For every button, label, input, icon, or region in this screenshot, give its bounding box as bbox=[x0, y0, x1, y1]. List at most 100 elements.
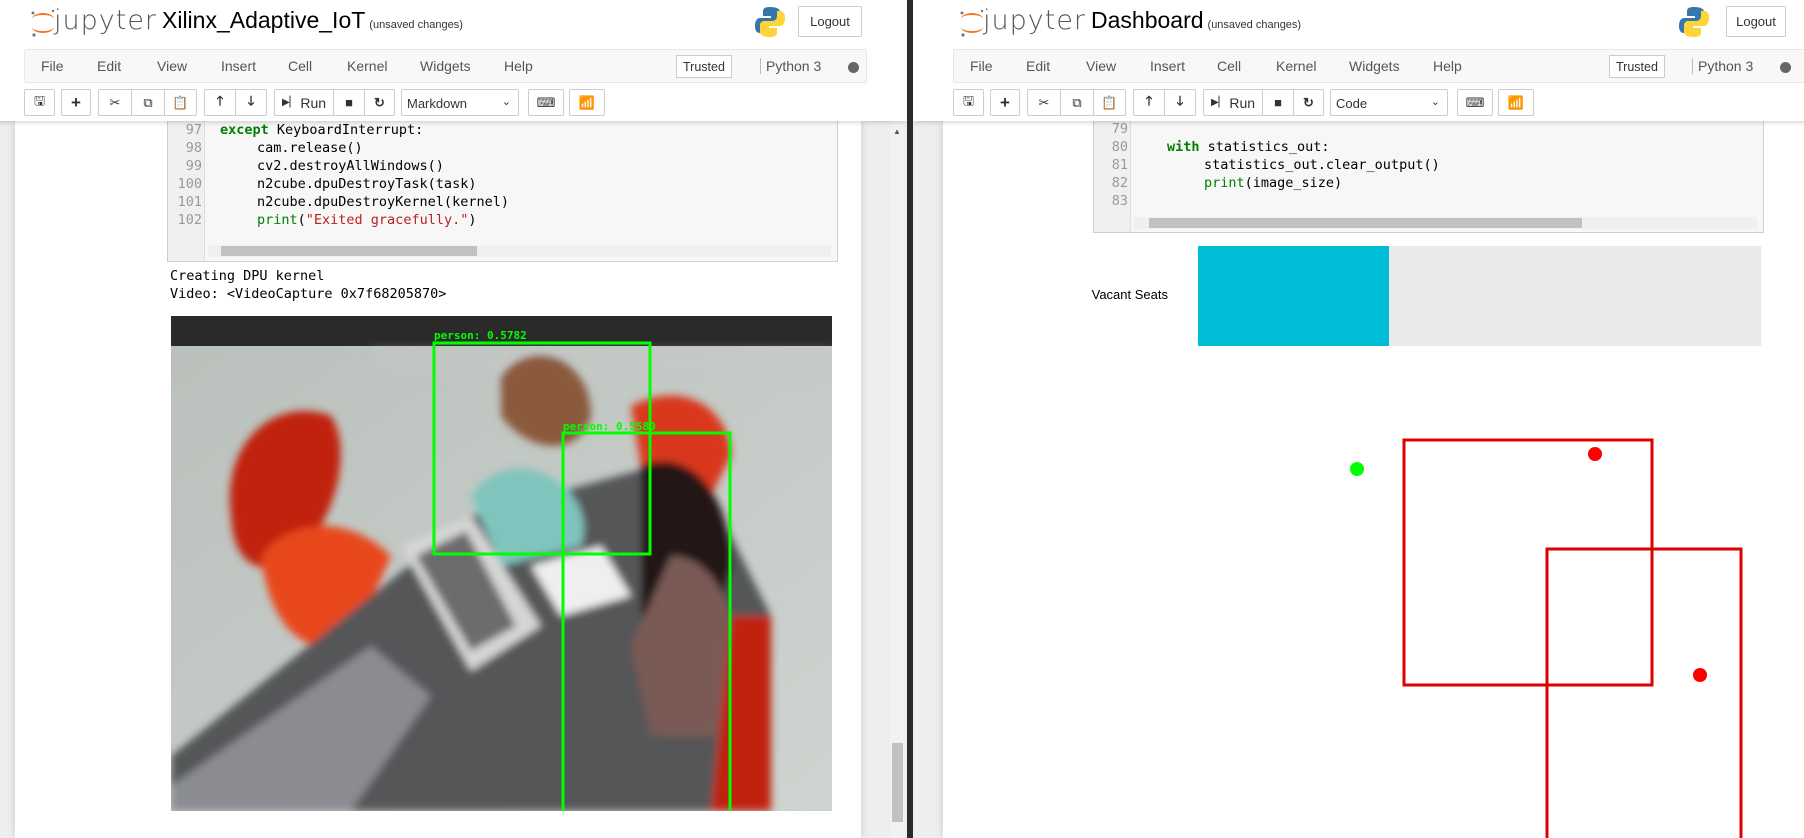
menu-cell[interactable]: Cell bbox=[1217, 58, 1241, 74]
restart-icon[interactable]: ↻ bbox=[1294, 90, 1323, 115]
menu-bar: File Edit View Insert Cell Kernel Widget… bbox=[24, 49, 867, 83]
notebook-header: jupyter Xilinx_Adaptive_IoT (unsaved chan… bbox=[0, 0, 907, 121]
code-line: n2cube.dpuDestroyTask(task) bbox=[257, 176, 477, 192]
restart-icon[interactable]: ↻ bbox=[365, 90, 394, 115]
jupyter-logo-icon[interactable] bbox=[958, 8, 986, 38]
kernel-idle-indicator-icon bbox=[1780, 62, 1791, 73]
string-literal: "Exited gracefully." bbox=[305, 212, 469, 228]
run-label: Run bbox=[300, 94, 327, 111]
code-line: n2cube.dpuDestroyKernel(kernel) bbox=[257, 194, 509, 210]
line-number: 99 bbox=[185, 158, 202, 174]
arrow-up-icon[interactable]: 🡑 bbox=[1134, 90, 1165, 115]
menu-view[interactable]: View bbox=[1086, 58, 1116, 74]
horizontal-scrollbar[interactable] bbox=[208, 245, 831, 257]
toolbar-group-chart: 📶 bbox=[569, 89, 605, 116]
keyboard-icon[interactable]: ⌨ bbox=[1458, 90, 1492, 115]
notebook-title[interactable]: Xilinx_Adaptive_IoT (unsaved changes) bbox=[162, 7, 463, 34]
right-notebook-window: jupyter Dashboard (unsaved changes) Logou… bbox=[913, 0, 1804, 838]
detection-label: person: 0.5580 bbox=[563, 420, 656, 433]
python-logo-icon bbox=[755, 7, 785, 37]
line-number: 98 bbox=[185, 140, 202, 156]
stop-icon[interactable]: ■ bbox=[1263, 90, 1294, 115]
notebook-name[interactable]: Xilinx_Adaptive_IoT bbox=[162, 7, 365, 33]
arrow-down-icon[interactable]: 🡓 bbox=[1165, 90, 1195, 115]
menu-kernel[interactable]: Kernel bbox=[1276, 58, 1316, 74]
menu-help[interactable]: Help bbox=[1433, 58, 1462, 74]
vacant-seat-marker bbox=[1350, 462, 1364, 476]
toolbar-group-insert: + bbox=[990, 89, 1020, 116]
kernel-name[interactable]: Python 3 bbox=[760, 58, 821, 74]
cell-type-value: Markdown bbox=[407, 96, 467, 111]
code-line: except KeyboardInterrupt: bbox=[220, 122, 423, 138]
code-line: cv2.destroyAllWindows() bbox=[257, 158, 444, 174]
scroll-up-arrow-icon[interactable]: ▲ bbox=[893, 127, 901, 136]
line-number: 100 bbox=[177, 176, 202, 192]
save-icon[interactable]: 🖫 bbox=[25, 90, 54, 115]
keyboard-icon[interactable]: ⌨ bbox=[529, 90, 563, 115]
bar-chart-icon[interactable]: 📶 bbox=[1499, 90, 1533, 115]
menu-insert[interactable]: Insert bbox=[221, 58, 256, 74]
notebook-name[interactable]: Dashboard bbox=[1091, 7, 1204, 33]
run-button[interactable]: ▶▏ Run bbox=[1204, 90, 1263, 115]
menu-edit[interactable]: Edit bbox=[1026, 58, 1050, 74]
save-status: (unsaved changes) bbox=[369, 19, 463, 31]
stop-icon[interactable]: ■ bbox=[334, 90, 365, 115]
copy-icon[interactable]: ⧉ bbox=[132, 90, 165, 115]
trusted-badge[interactable]: Trusted bbox=[1609, 55, 1665, 78]
output-text: Creating DPU kernel Video: <VideoCapture … bbox=[170, 267, 446, 303]
toolbar-group-palette: ⌨ bbox=[1457, 89, 1493, 116]
kernel-idle-indicator-icon bbox=[848, 62, 859, 73]
paste-icon[interactable]: 📋 bbox=[1094, 90, 1125, 115]
scrollbar-thumb[interactable] bbox=[892, 743, 903, 822]
run-button[interactable]: ▶▏ Run bbox=[275, 90, 334, 115]
kernel-name[interactable]: Python 3 bbox=[1692, 58, 1753, 74]
menu-view[interactable]: View bbox=[157, 58, 187, 74]
arrow-up-icon[interactable]: 🡑 bbox=[205, 90, 236, 115]
keyword: except bbox=[220, 122, 269, 138]
menu-edit[interactable]: Edit bbox=[97, 58, 121, 74]
copy-icon[interactable]: ⧉ bbox=[1061, 90, 1094, 115]
scrollbar-thumb[interactable] bbox=[221, 246, 477, 256]
cell-type-select[interactable]: Markdown ⌄ bbox=[401, 89, 519, 116]
notebook-title[interactable]: Dashboard (unsaved changes) bbox=[1091, 7, 1301, 34]
jupyter-logo-icon[interactable] bbox=[29, 8, 57, 38]
menu-file[interactable]: File bbox=[41, 58, 64, 74]
run-label: Run bbox=[1229, 94, 1256, 111]
video-frame-image: person: 0.5782 person: 0.5580 bbox=[171, 316, 832, 811]
output-line: Video: <VideoCapture 0x7f68205870> bbox=[170, 286, 447, 302]
menu-insert[interactable]: Insert bbox=[1150, 58, 1185, 74]
jupyter-brand: jupyter bbox=[983, 5, 1087, 36]
occupied-zone-box bbox=[1545, 547, 1743, 838]
occupied-seat-marker bbox=[1588, 447, 1602, 461]
toolbar-group-palette: ⌨ bbox=[528, 89, 564, 116]
jupyter-brand: jupyter bbox=[54, 5, 158, 36]
arrow-down-icon[interactable]: 🡓 bbox=[236, 90, 266, 115]
code-cell[interactable]: 96 97 98 99 100 101 102 except KeyboardI… bbox=[167, 104, 838, 262]
cut-icon[interactable]: ✂ bbox=[99, 90, 132, 115]
code-text: ( bbox=[297, 212, 306, 228]
cell-type-select[interactable]: Code ⌄ bbox=[1330, 89, 1448, 116]
bar-chart-icon[interactable]: 📶 bbox=[570, 90, 604, 115]
trusted-badge[interactable]: Trusted bbox=[676, 55, 732, 78]
code-line: cam.release() bbox=[257, 140, 363, 156]
menu-cell[interactable]: Cell bbox=[288, 58, 312, 74]
menu-widgets[interactable]: Widgets bbox=[420, 58, 471, 74]
logout-button[interactable]: Logout bbox=[798, 6, 862, 37]
plus-icon[interactable]: + bbox=[991, 90, 1019, 115]
chevron-down-icon: ⌄ bbox=[1430, 96, 1440, 108]
menu-bar: File Edit View Insert Cell Kernel Widget… bbox=[953, 49, 1804, 83]
menu-kernel[interactable]: Kernel bbox=[347, 58, 387, 74]
menu-widgets[interactable]: Widgets bbox=[1349, 58, 1400, 74]
page-vertical-scrollbar[interactable]: ▲ bbox=[890, 121, 905, 838]
logout-button[interactable]: Logout bbox=[1726, 6, 1786, 37]
line-number: 102 bbox=[177, 212, 202, 228]
toolbar-group-save: 🖫 bbox=[953, 89, 984, 116]
menu-help[interactable]: Help bbox=[504, 58, 533, 74]
seat-map-canvas bbox=[1350, 438, 1743, 838]
output-line: Creating DPU kernel bbox=[170, 268, 325, 284]
menu-file[interactable]: File bbox=[970, 58, 993, 74]
cut-icon[interactable]: ✂ bbox=[1028, 90, 1061, 115]
paste-icon[interactable]: 📋 bbox=[165, 90, 196, 115]
save-icon[interactable]: 🖫 bbox=[954, 90, 983, 115]
plus-icon[interactable]: + bbox=[62, 90, 90, 115]
